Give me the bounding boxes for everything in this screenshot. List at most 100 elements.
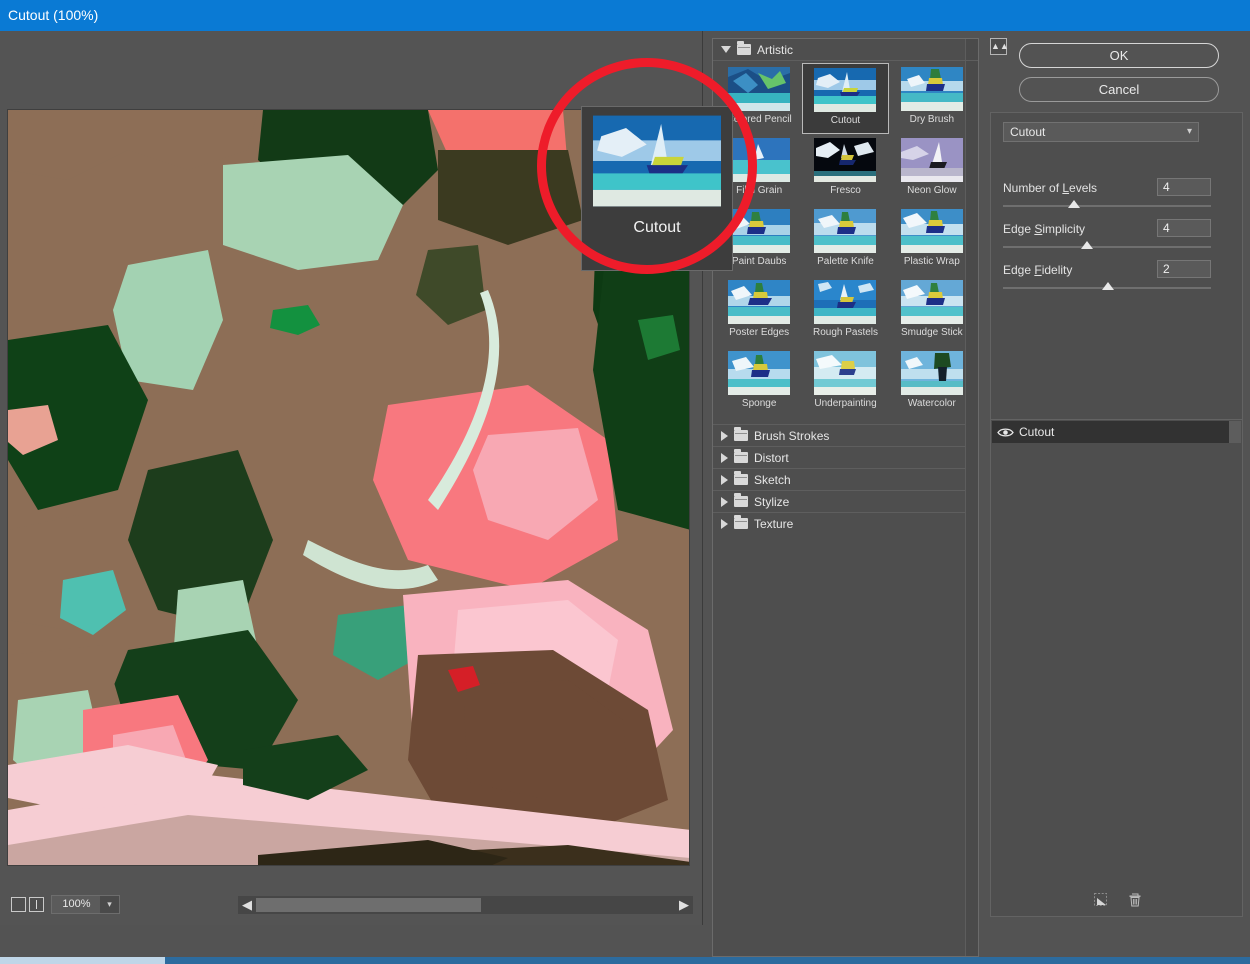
dialog-body: 100% ▾ ◀ ▶ Artistic xyxy=(0,31,1250,957)
slider-knob[interactable] xyxy=(1068,200,1080,208)
slider-knob[interactable] xyxy=(1102,282,1114,290)
folder-icon xyxy=(734,496,748,507)
preview-controls: 100% ▾ ◀ ▶ xyxy=(0,893,703,919)
filter-gallery-dialog: Cutout (100%) xyxy=(0,0,1250,964)
category-label: Sketch xyxy=(754,469,791,491)
category-header-distort[interactable]: Distort xyxy=(713,446,978,468)
slider-value-input[interactable]: 2 xyxy=(1157,260,1211,278)
filter-tile-label: Film Grain xyxy=(736,185,782,196)
desktop-strip-right xyxy=(955,957,1250,964)
desktop-strip-mid xyxy=(165,957,955,964)
filter-tile-label: Fresco xyxy=(830,185,861,196)
filter-tile-neon-glow[interactable]: Neon Glow xyxy=(889,134,975,205)
filter-thumbnail xyxy=(814,138,876,182)
category-header-stylize[interactable]: Stylize xyxy=(713,490,978,512)
filter-tile-paint-daubs[interactable]: Paint Daubs xyxy=(716,205,802,276)
filter-tile-poster-edges[interactable]: Poster Edges xyxy=(716,276,802,347)
filter-thumbnail xyxy=(728,351,790,395)
filter-tile-label: Paint Daubs xyxy=(732,256,786,267)
filter-preview-image[interactable] xyxy=(7,109,690,866)
chevron-down-icon[interactable]: ▾ xyxy=(1187,123,1192,141)
filter-thumbnail xyxy=(901,351,963,395)
filter-tile-label: Colored Pencil xyxy=(727,114,792,125)
filter-thumbnail xyxy=(901,138,963,182)
new-effect-layer-icon[interactable] xyxy=(1093,892,1109,908)
slider-track[interactable] xyxy=(1003,205,1211,207)
trash-icon-glyph xyxy=(1127,892,1143,908)
folder-icon xyxy=(734,452,748,463)
scroll-right-icon[interactable]: ▶ xyxy=(675,896,693,914)
filter-tile-underpainting[interactable]: Underpainting xyxy=(802,347,888,418)
preview-pane: 100% ▾ ◀ ▶ xyxy=(0,31,703,925)
eye-icon[interactable] xyxy=(992,421,1019,443)
filter-tile-sponge[interactable]: Sponge xyxy=(716,347,802,418)
slider-value-input[interactable]: 4 xyxy=(1157,178,1211,196)
triangle-right-icon[interactable] xyxy=(721,475,728,485)
category-header-artistic[interactable]: Artistic xyxy=(713,39,978,61)
filter-thumbnail xyxy=(814,351,876,395)
effect-layers-scrollbar[interactable] xyxy=(1229,421,1241,443)
preview-horizontal-scrollbar[interactable]: ◀ ▶ xyxy=(238,896,693,914)
folder-icon xyxy=(734,430,748,441)
window-titlebar: Cutout (100%) xyxy=(0,0,1250,31)
slider-knob[interactable] xyxy=(1081,241,1093,249)
cancel-button[interactable]: Cancel xyxy=(1019,77,1219,102)
triangle-down-icon[interactable] xyxy=(721,46,731,53)
filter-tile-fresco[interactable]: Fresco xyxy=(802,134,888,205)
ok-button[interactable]: OK xyxy=(1019,43,1219,68)
filter-thumbnail xyxy=(814,68,876,112)
zoom-level-combobox[interactable]: 100% ▾ xyxy=(51,895,120,914)
filter-thumbnail xyxy=(728,67,790,111)
effect-layer-row[interactable]: Cutout xyxy=(992,421,1230,443)
triangle-right-icon[interactable] xyxy=(721,519,728,529)
filter-tile-palette-knife[interactable]: Palette Knife xyxy=(802,205,888,276)
chevron-down-icon[interactable]: ▾ xyxy=(100,896,119,913)
category-label: Artistic xyxy=(757,39,793,61)
filter-tile-label: Palette Knife xyxy=(817,256,874,267)
folder-icon xyxy=(734,474,748,485)
category-label: Texture xyxy=(754,513,793,535)
zoom-out-icon[interactable] xyxy=(11,897,26,912)
filter-tile-colored-pencil[interactable]: Colored Pencil xyxy=(716,63,802,134)
filter-tile-film-grain[interactable]: Film Grain xyxy=(716,134,802,205)
double-chevron-up-icon[interactable]: ▲▲ xyxy=(990,38,1007,55)
scrollbar-thumb[interactable] xyxy=(256,898,481,912)
filter-category-list: Artistic Colored Pencil xyxy=(712,38,979,957)
filter-tile-label: Smudge Stick xyxy=(901,327,963,338)
triangle-right-icon[interactable] xyxy=(721,431,728,441)
category-header-texture[interactable]: Texture xyxy=(713,512,978,534)
filter-tile-cutout[interactable]: Cutout xyxy=(802,63,888,134)
filter-thumbnail xyxy=(728,138,790,182)
triangle-right-icon[interactable] xyxy=(721,453,728,463)
slider-label: Edge Fidelity xyxy=(1003,263,1072,277)
filter-thumbnail xyxy=(901,209,963,253)
filter-select-value: Cutout xyxy=(1010,125,1045,139)
effect-layers-footer xyxy=(991,889,1244,911)
filter-tile-plastic-wrap[interactable]: Plastic Wrap xyxy=(889,205,975,276)
filter-tile-label: Watercolor xyxy=(908,398,956,409)
zoom-in-icon[interactable] xyxy=(29,897,44,912)
filter-tile-rough-pastels[interactable]: Rough Pastels xyxy=(802,276,888,347)
trash-icon[interactable] xyxy=(1127,892,1143,908)
new-effect-layer-glyph xyxy=(1093,892,1109,908)
category-header-brush-strokes[interactable]: Brush Strokes xyxy=(713,424,978,446)
filter-settings-box: Cutout ▾ Number of Levels 4 Edge Simplic… xyxy=(990,112,1243,446)
category-label: Brush Strokes xyxy=(754,425,829,447)
filter-thumbnail xyxy=(728,209,790,253)
filter-tile-smudge-stick[interactable]: Smudge Stick xyxy=(889,276,975,347)
eye-icon-glyph xyxy=(997,427,1014,438)
category-label: Distort xyxy=(754,447,789,469)
triangle-right-icon[interactable] xyxy=(721,497,728,507)
filter-thumbnail xyxy=(901,280,963,324)
filter-tile-watercolor[interactable]: Watercolor xyxy=(889,347,975,418)
filter-tile-label: Poster Edges xyxy=(729,327,789,338)
window-title: Cutout (100%) xyxy=(8,7,98,23)
category-header-sketch[interactable]: Sketch xyxy=(713,468,978,490)
artistic-filter-grid: Colored Pencil Cutout xyxy=(713,61,978,424)
filter-select-dropdown[interactable]: Cutout ▾ xyxy=(1003,122,1199,142)
filter-tile-dry-brush[interactable]: Dry Brush xyxy=(889,63,975,134)
slider-track[interactable] xyxy=(1003,246,1211,248)
slider-label: Edge Simplicity xyxy=(1003,222,1085,236)
scroll-left-icon[interactable]: ◀ xyxy=(238,896,256,914)
slider-value-input[interactable]: 4 xyxy=(1157,219,1211,237)
